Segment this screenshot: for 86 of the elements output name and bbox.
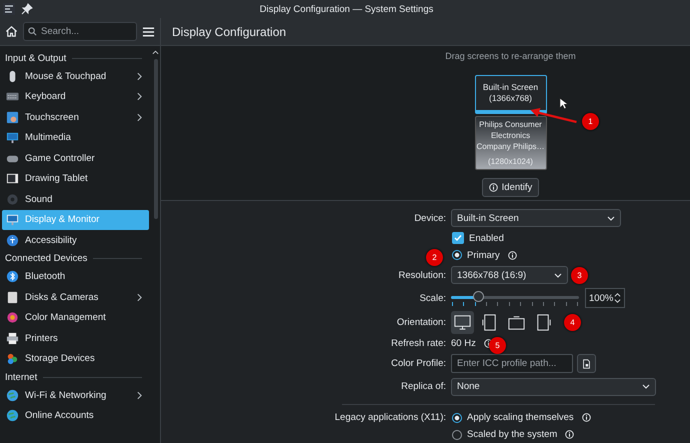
caret-icon: [642, 384, 650, 390]
info-icon: [565, 430, 574, 440]
menu-icon[interactable]: [142, 26, 155, 38]
radio-label: Scaled by the system: [467, 429, 558, 440]
field-label: Legacy applications (X11):: [334, 412, 447, 424]
sidebar-item[interactable]: Accessibility: [2, 230, 149, 250]
annotation-marker: 2: [426, 249, 443, 266]
screen-tile[interactable]: Philips Consumer Electronics Company Philips… (1280x1024): [474, 116, 546, 170]
category-icon: [6, 110, 19, 124]
sidebar-item[interactable]: Storage Devices: [2, 348, 149, 369]
field-label: Refresh rate:: [390, 338, 447, 350]
category-icon: [6, 388, 19, 402]
scroll-up-icon[interactable]: [152, 50, 159, 55]
sidebar-item[interactable]: Color Management: [2, 308, 149, 328]
replica-dropdown[interactable]: None: [451, 378, 656, 396]
scale-spinbox[interactable]: 100%: [585, 288, 625, 308]
home-icon[interactable]: [5, 25, 18, 38]
section-heading: Connected Devices: [5, 253, 88, 264]
sidebar-item[interactable]: Multimedia: [2, 128, 149, 148]
category-icon: [6, 213, 19, 226]
category-icon: [6, 131, 19, 144]
field-label: Replica of:: [400, 381, 447, 392]
caret-icon: [607, 216, 615, 221]
color-profile-field[interactable]: Enter ICC profile path...: [451, 354, 573, 374]
search-icon: [28, 27, 37, 36]
radio-button[interactable]: [452, 412, 462, 423]
field-label: Scale:: [418, 292, 447, 304]
mouse-cursor-icon: [559, 97, 568, 110]
identify-button[interactable]: Identify: [482, 178, 540, 197]
field-label: Device:: [413, 212, 447, 224]
category-icon: [6, 192, 19, 206]
sidebar-item[interactable]: Touchscreen: [2, 107, 149, 128]
screen-tile[interactable]: Built-in Screen (1366x768): [474, 75, 546, 114]
field-label: Color Profile:: [390, 358, 447, 370]
info-icon: [484, 339, 493, 348]
sidebar-item[interactable]: Printers: [2, 328, 149, 348]
info-icon: [508, 250, 517, 260]
info-icon: [488, 183, 498, 192]
category-icon: [6, 290, 19, 304]
checkbox[interactable]: [452, 232, 464, 244]
resolution-dropdown[interactable]: 1366x768 (16:9): [451, 266, 568, 284]
field-label: Resolution:: [397, 270, 447, 281]
category-icon: [6, 352, 19, 366]
monitor-icon: [453, 313, 472, 332]
sidebar-item[interactable]: Disks & Cameras: [2, 287, 149, 308]
device-dropdown[interactable]: Built-in Screen: [451, 209, 621, 228]
sidebar-item[interactable]: Game Controller: [2, 148, 149, 168]
annotation-marker: 3: [571, 267, 588, 284]
window-title: Display Configuration — System Settings: [258, 4, 434, 14]
field-label: Orientation:: [396, 317, 447, 328]
sidebar-item[interactable]: Keyboard: [2, 86, 149, 107]
pin-icon[interactable]: [21, 3, 33, 15]
sidebar-item[interactable]: Online Accounts: [2, 406, 149, 426]
annotation-marker: 5: [489, 337, 506, 354]
app-icon: [3, 3, 15, 15]
info-icon: [582, 413, 591, 422]
caret-icon: [554, 272, 562, 278]
section-heading: Internet: [5, 372, 38, 382]
annotation-marker: 4: [564, 314, 581, 331]
spin-arrows-icon: [614, 292, 621, 304]
sidebar-item[interactable]: Mouse & Touchpad: [2, 66, 149, 86]
radio-button[interactable]: [452, 250, 462, 260]
category-icon: [6, 234, 19, 247]
radio-label: Primary: [467, 250, 500, 261]
sidebar-item[interactable]: Wi-Fi & Networking: [2, 385, 149, 406]
file-icon: [582, 358, 591, 369]
slider-thumb[interactable]: [473, 290, 484, 302]
drag-hint: Drag screens to re-arrange them: [445, 51, 576, 61]
section-heading: Input & Output: [5, 52, 66, 64]
category-icon: [6, 172, 19, 186]
orientation-button[interactable]: [451, 311, 474, 334]
sidebar-item[interactable]: Sound: [2, 189, 149, 210]
category-icon: [6, 332, 19, 345]
search-field[interactable]: Search...: [23, 22, 137, 41]
sidebar-item[interactable]: Bluetooth: [2, 266, 149, 287]
category-icon: [6, 270, 19, 284]
sidebar-item[interactable]: Drawing Tablet: [2, 168, 149, 189]
checkbox-label: Enabled: [469, 232, 504, 244]
category-icon: [6, 311, 19, 324]
radio-label: Apply scaling themselves: [467, 412, 574, 424]
page-title: Display Configuration: [172, 24, 286, 38]
file-button[interactable]: [577, 354, 596, 374]
scale-slider[interactable]: [451, 290, 579, 306]
refresh-rate-value: 60 Hz: [451, 338, 476, 350]
radio-button[interactable]: [452, 430, 462, 440]
category-icon: [6, 409, 19, 422]
